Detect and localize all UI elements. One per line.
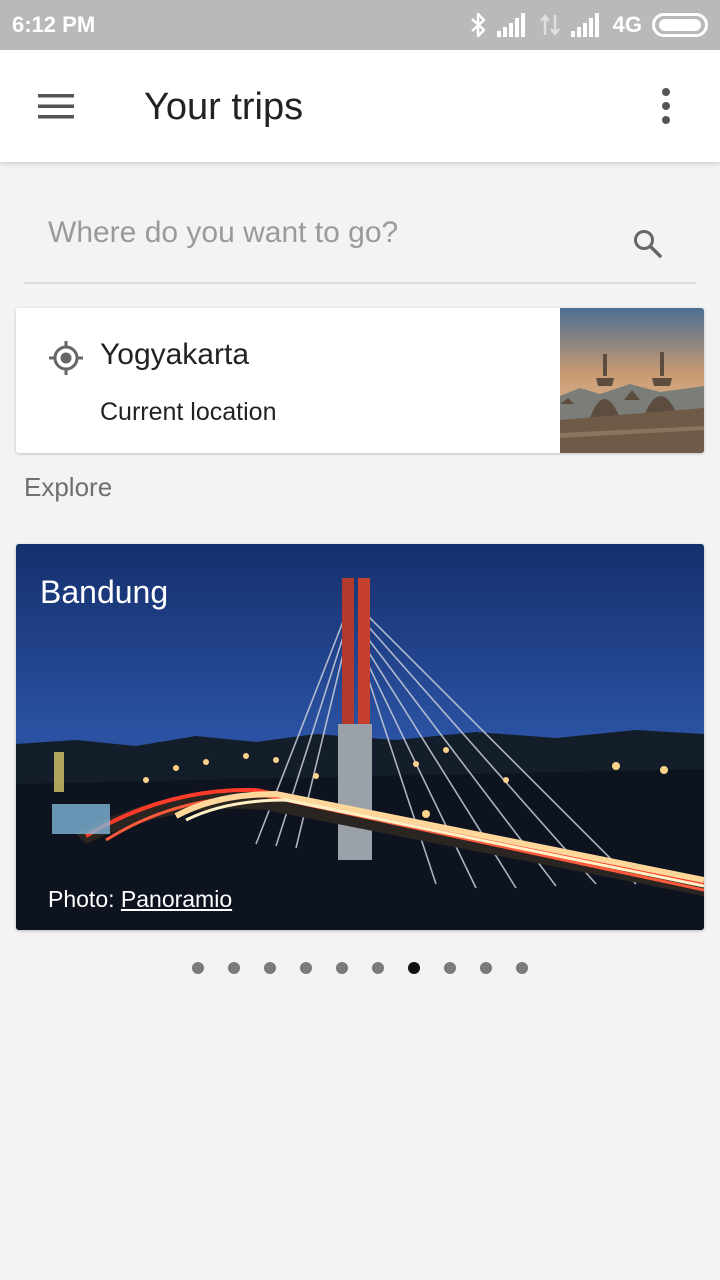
carousel-dot[interactable] [228, 962, 240, 974]
signal-icon [570, 13, 599, 37]
featured-place-card[interactable]: Bandung Photo: Panoramio [16, 544, 704, 930]
photo-credit-prefix: Photo: [48, 886, 115, 912]
temple-thumbnail [560, 308, 704, 453]
search-field[interactable]: Where do you want to go? [24, 200, 696, 284]
carousel-dot[interactable] [444, 962, 456, 974]
bluetooth-icon [470, 12, 485, 38]
battery-icon [652, 13, 708, 37]
search-placeholder: Where do you want to go? [48, 216, 399, 249]
signal-icon [496, 13, 525, 37]
hamburger-menu-icon[interactable] [30, 86, 82, 126]
location-city: Yogyakarta [100, 338, 250, 371]
current-location-card[interactable]: Yogyakarta Current location [16, 308, 704, 453]
carousel-dot-active[interactable] [408, 962, 420, 974]
status-time: 6:12 PM [12, 12, 96, 37]
page-title: Your trips [144, 86, 304, 128]
carousel-indicator [0, 962, 720, 976]
app-bar: Your trips [0, 50, 720, 162]
search-icon[interactable] [632, 228, 664, 260]
status-icons: 4G [469, 10, 708, 40]
carousel-dot[interactable] [300, 962, 312, 974]
photo-credit: Photo: Panoramio [48, 886, 232, 913]
my-location-icon [49, 341, 83, 375]
carousel-dot[interactable] [336, 962, 348, 974]
more-vert-icon[interactable] [648, 86, 684, 126]
location-label: Current location [100, 398, 277, 426]
explore-heading: Explore [24, 472, 113, 502]
photo-credit-link[interactable]: Panoramio [121, 886, 232, 912]
carousel-dot[interactable] [516, 962, 528, 974]
carousel-dot[interactable] [480, 962, 492, 974]
network-type: 4G [612, 12, 642, 37]
status-bar: 6:12 PM 4G [0, 0, 720, 50]
carousel-dot[interactable] [192, 962, 204, 974]
featured-place-name: Bandung [40, 574, 169, 610]
carousel-dot[interactable] [264, 962, 276, 974]
carousel-dot[interactable] [372, 962, 384, 974]
data-transfer-icon [539, 14, 560, 36]
